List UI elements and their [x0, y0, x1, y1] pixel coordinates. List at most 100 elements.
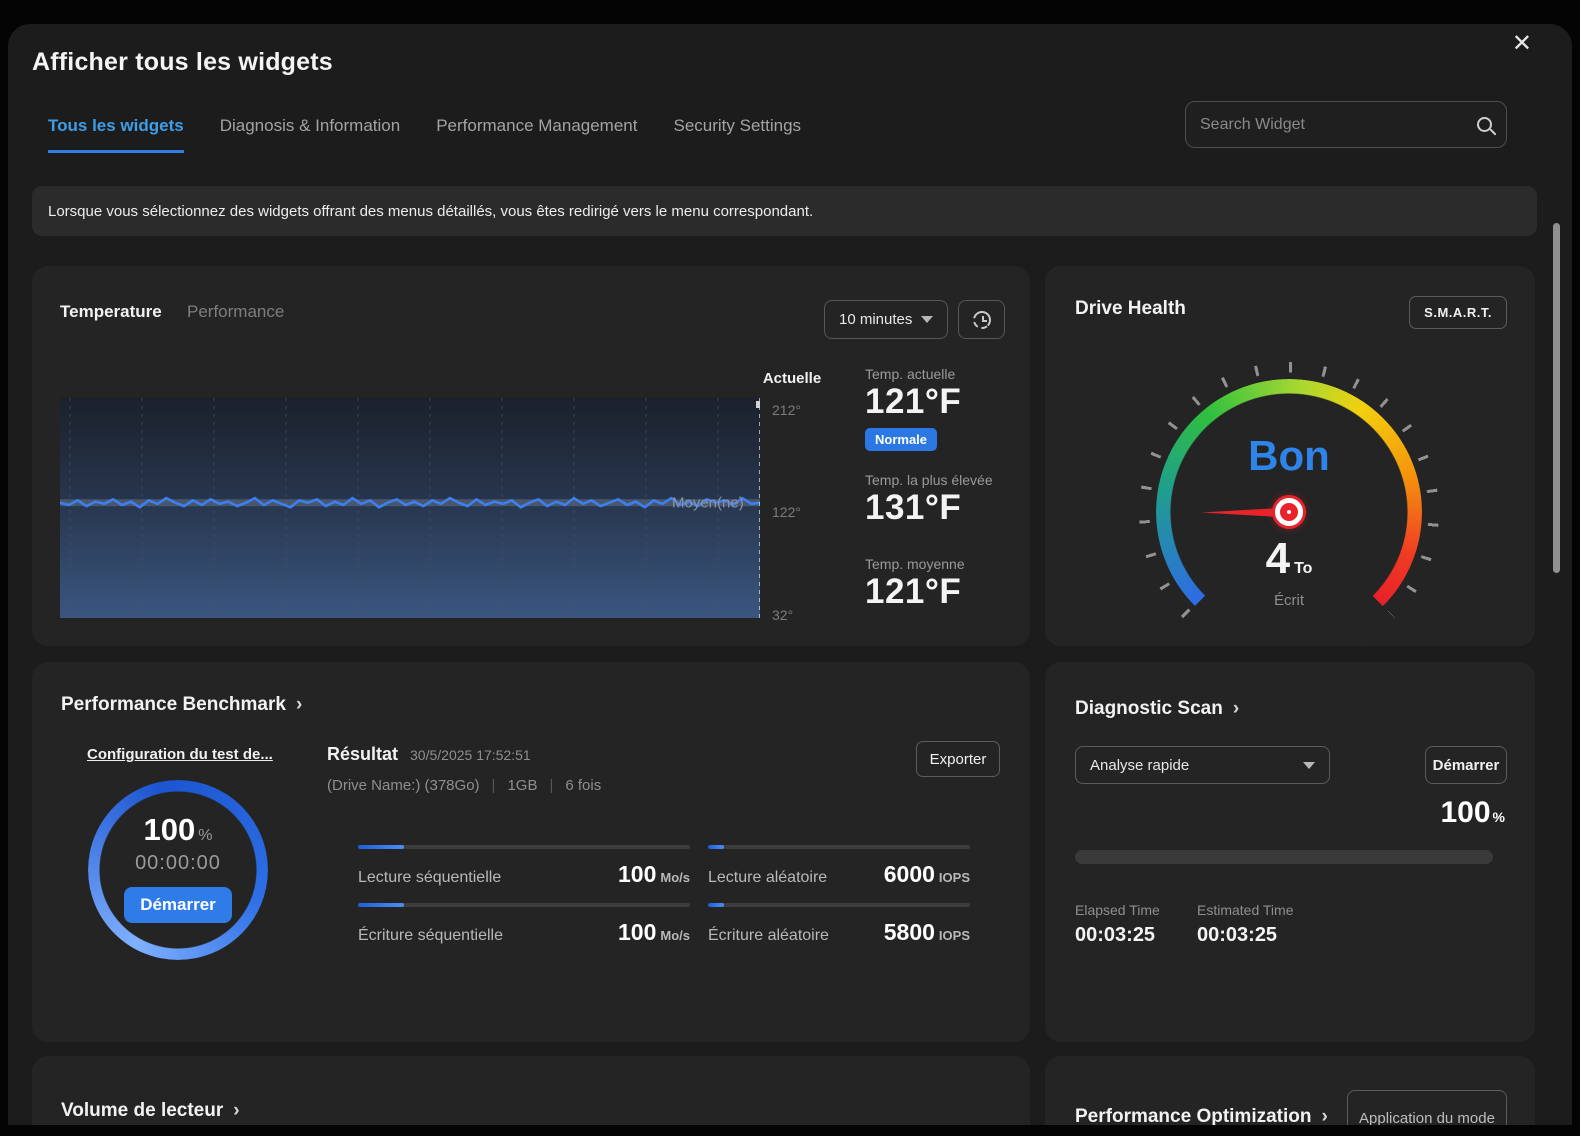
elapsed-time-label: Elapsed Time — [1075, 902, 1160, 918]
tab-bar: Tous les widgets Diagnosis & Information… — [48, 116, 801, 153]
benchmark-percent: 100 — [144, 812, 196, 847]
apply-mode-button[interactable]: Application du mode — [1347, 1090, 1507, 1125]
benchmark-config-link[interactable]: Configuration du test de... — [87, 746, 273, 763]
benchmark-result-header: Résultat 30/5/2025 17:52:51 — [327, 744, 531, 765]
temp-average-block: Temp. moyenne 121°F — [865, 556, 965, 612]
actuelle-label: Actuelle — [732, 370, 852, 387]
test-iterations: 6 fois — [565, 777, 601, 794]
smart-button[interactable]: S.M.A.R.T. — [1409, 296, 1507, 329]
benchmark-drive-info: (Drive Name:) (378Go) | 1GB | 6 fois — [327, 777, 601, 794]
metric-bar — [358, 903, 690, 907]
tab-tous-les-widgets[interactable]: Tous les widgets — [48, 116, 184, 153]
temperature-chart: Moyen(ne) — [60, 398, 760, 618]
metric-seq-write: Écriture séquentielle 100Mo/s — [358, 903, 690, 946]
metric-label: Lecture séquentielle — [358, 869, 501, 887]
separator: | — [549, 777, 553, 794]
written-label: Écrit — [1139, 592, 1439, 609]
diagnostic-title: Diagnostic Scan — [1075, 698, 1223, 719]
written-unit: To — [1294, 560, 1312, 577]
volume-widget: Volume de lecteur› — [32, 1056, 1030, 1125]
ytick-212: 212° — [772, 402, 801, 418]
metric-bar — [358, 845, 690, 849]
chevron-right-icon: › — [233, 1100, 239, 1121]
drive-health-title: Drive Health — [1075, 298, 1186, 320]
temp-highest-value: 131°F — [865, 488, 993, 528]
temp-tab-temperature[interactable]: Temperature — [60, 302, 162, 322]
benchmark-percent-sign: % — [198, 827, 212, 844]
diagnostic-percent: 100% — [1440, 796, 1505, 830]
elapsed-time-value: 00:03:25 — [1075, 924, 1160, 947]
interval-value: 10 minutes — [839, 311, 912, 328]
temp-average-label: Temp. moyenne — [865, 556, 965, 572]
benchmark-title: Performance Benchmark — [61, 694, 286, 715]
diagnostic-header[interactable]: Diagnostic Scan › — [1075, 698, 1239, 720]
diagnostic-scan-widget: Diagnostic Scan › Analyse rapide Démarrer… — [1045, 662, 1535, 1042]
metric-label: Écriture aléatoire — [708, 927, 829, 945]
search-icon[interactable] — [1477, 117, 1492, 132]
diagnostic-progress-bar — [1075, 850, 1493, 864]
benchmark-header[interactable]: Performance Benchmark › — [61, 694, 302, 716]
metric-bar — [708, 903, 970, 907]
temperature-widget: Temperature Performance 10 minutes Actue… — [32, 266, 1030, 646]
estimated-time-value: 00:03:25 — [1197, 924, 1293, 947]
info-banner: Lorsque vous sélectionnez des widgets of… — [32, 186, 1537, 236]
export-button[interactable]: Exporter — [916, 741, 1000, 777]
benchmark-elapsed: 00:00:00 — [88, 852, 268, 875]
temp-tab-performance[interactable]: Performance — [187, 302, 284, 322]
ytick-122: 122° — [772, 504, 801, 520]
health-gauge: Bon 4To Écrit — [1139, 362, 1439, 646]
health-status: Bon — [1139, 432, 1439, 480]
metric-label: Lecture aléatoire — [708, 869, 827, 887]
ytick-32: 32° — [772, 607, 793, 623]
chevron-right-icon: › — [1322, 1106, 1328, 1125]
metric-rand-write: Écriture aléatoire 5800IOPS — [708, 903, 970, 946]
written-total: 4To — [1139, 534, 1439, 584]
interval-select[interactable]: 10 minutes — [824, 300, 948, 339]
estimated-time-label: Estimated Time — [1197, 902, 1293, 918]
metric-value: 6000IOPS — [884, 861, 970, 888]
gauge-hub-icon — [1275, 498, 1303, 526]
result-label: Résultat — [327, 744, 398, 764]
chevron-right-icon: › — [296, 694, 302, 715]
clock-icon — [973, 311, 991, 329]
chevron-right-icon: › — [1233, 698, 1239, 719]
estimated-time-block: Estimated Time 00:03:25 — [1197, 902, 1293, 947]
volume-header[interactable]: Volume de lecteur› — [61, 1100, 240, 1122]
info-banner-text: Lorsque vous sélectionnez des widgets of… — [48, 203, 813, 220]
metric-value: 100Mo/s — [618, 861, 690, 888]
tab-diagnosis-information[interactable]: Diagnosis & Information — [220, 116, 400, 153]
scan-mode-value: Analyse rapide — [1090, 757, 1189, 774]
search-widget-box — [1185, 101, 1507, 148]
metric-bar — [708, 845, 970, 849]
moyenne-label: Moyen(ne) — [672, 495, 744, 512]
performance-optimization-widget: Performance Optimization › Application du… — [1045, 1056, 1535, 1125]
close-icon[interactable]: ✕ — [1512, 32, 1532, 56]
page-title: Afficher tous les widgets — [32, 48, 333, 77]
optimization-title: Performance Optimization — [1075, 1106, 1312, 1125]
written-value: 4 — [1266, 534, 1290, 583]
metric-value: 100Mo/s — [618, 919, 690, 946]
metric-label: Écriture séquentielle — [358, 927, 503, 945]
scrollbar-thumb[interactable] — [1553, 223, 1560, 573]
diagnostic-start-button[interactable]: Démarrer — [1425, 746, 1507, 784]
test-size: 1GB — [507, 777, 537, 794]
temp-average-value: 121°F — [865, 572, 965, 612]
tab-performance-management[interactable]: Performance Management — [436, 116, 637, 153]
result-date: 30/5/2025 17:52:51 — [410, 747, 531, 763]
drive-name: (Drive Name:) (378Go) — [327, 777, 480, 794]
metric-rand-read: Lecture aléatoire 6000IOPS — [708, 845, 970, 888]
tab-security-settings[interactable]: Security Settings — [673, 116, 801, 153]
search-input[interactable] — [1200, 116, 1477, 134]
scan-mode-select[interactable]: Analyse rapide — [1075, 746, 1330, 784]
separator: | — [492, 777, 496, 794]
performance-benchmark-widget: Performance Benchmark › Configuration du … — [32, 662, 1030, 1042]
temp-highest-label: Temp. la plus élevée — [865, 472, 993, 488]
chevron-down-icon — [1303, 762, 1315, 769]
elapsed-time-block: Elapsed Time 00:03:25 — [1075, 902, 1160, 947]
benchmark-progress-content: 100% 00:00:00 Démarrer — [88, 780, 268, 960]
status-badge: Normale — [865, 428, 937, 451]
history-clock-button[interactable] — [958, 300, 1005, 339]
metric-value: 5800IOPS — [884, 919, 970, 946]
optimization-header[interactable]: Performance Optimization › — [1075, 1106, 1328, 1125]
benchmark-start-button[interactable]: Démarrer — [124, 887, 232, 923]
